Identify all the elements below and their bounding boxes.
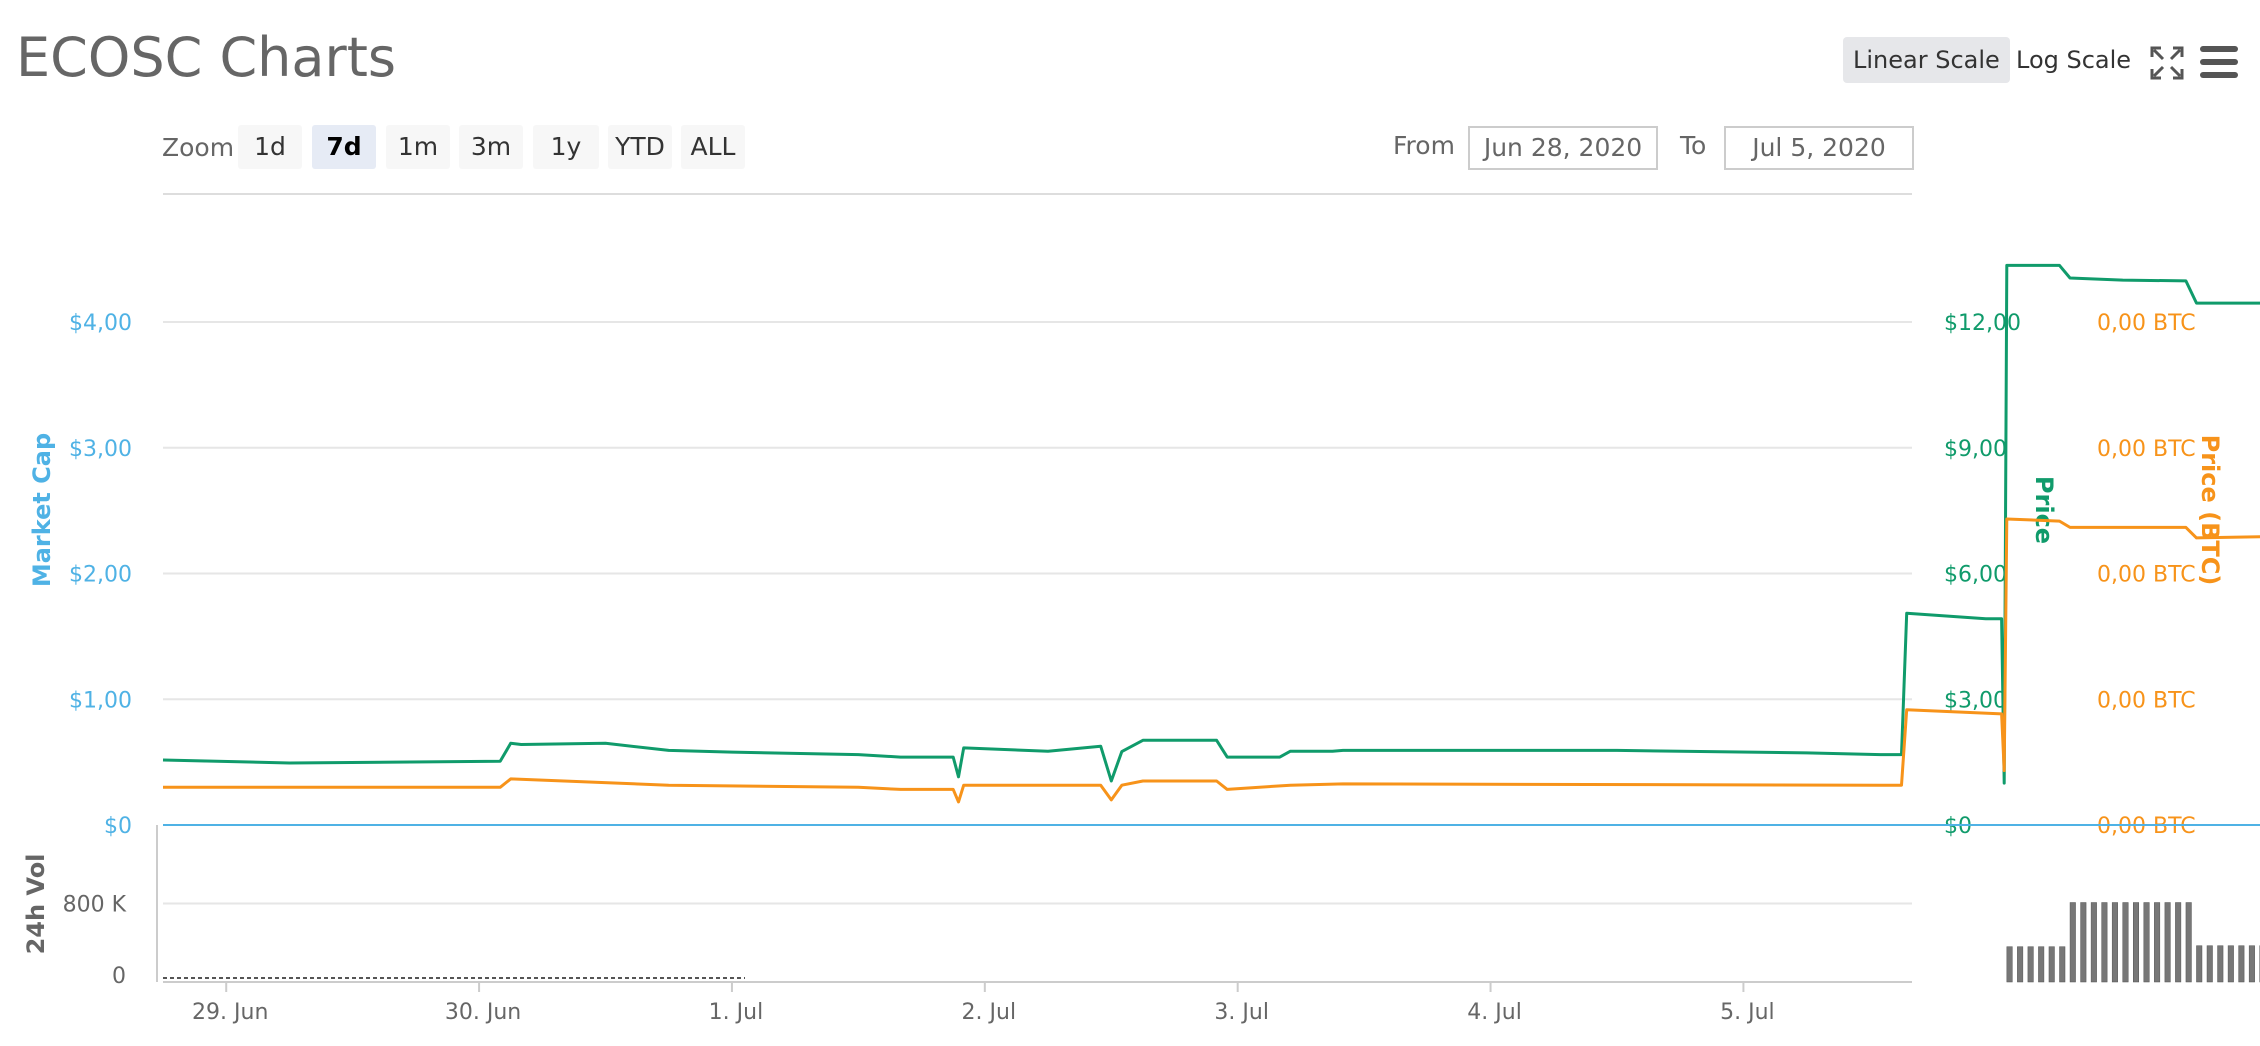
market-cap-tick-label: $2,00 [69,563,132,588]
price-chart[interactable]: $0 $1,00 $2,00 $3,00 $4,00 $0 $3,00 $6,00 $9,00 $… [0,0,2260,1046]
price-tick-label: $0 [1944,814,1972,839]
volume-bar [2217,945,2224,983]
volume-bar [2006,946,2013,983]
price-btc-tick-label: 0,00 BTC [2097,688,2196,713]
volume-bar [2059,946,2066,983]
volume-bar [2154,902,2161,983]
volume-bar [2238,945,2245,983]
price-btc-line [163,517,2260,804]
x-tick-label: 29. Jun [192,1000,268,1025]
volume-bar [2111,902,2118,983]
volume-bar [2122,902,2129,983]
volume-bar [2248,945,2255,983]
price-axis-title: Price [2030,476,2058,544]
price-btc-tick-label: 0,00 BTC [2097,437,2196,462]
volume-bar [2101,902,2108,983]
volume-bar [2090,902,2097,983]
volume-tick-label: 800 K [63,893,127,918]
volume-bar [2143,902,2150,983]
volume-bar [2164,902,2171,983]
price-tick-label: $3,00 [1944,688,2007,713]
price-tick-label: $12,00 [1944,311,2021,336]
volume-bar [2027,946,2034,983]
volume-bar [2038,946,2045,983]
x-tick-label: 4. Jul [1467,1000,1522,1025]
volume-tick-label: 0 [112,964,126,989]
price-btc-tick-label: 0,00 BTC [2097,311,2196,336]
x-tick-label: 5. Jul [1720,1000,1775,1025]
volume-bar [2017,946,2024,983]
market-cap-axis-title: Market Cap [28,433,56,587]
volume-axis-title: 24h Vol [22,854,50,955]
x-tick-label: 2. Jul [962,1000,1017,1025]
volume-bar [2133,902,2140,983]
volume-bar [2185,902,2192,983]
price-btc-axis-title: Price (BTC) [2196,435,2224,586]
volume-bar [2196,945,2203,983]
market-cap-tick-label: $1,00 [69,688,132,713]
volume-bar [2227,945,2234,983]
volume-bar [2080,902,2087,983]
price-tick-label: $6,00 [1944,563,2007,588]
x-tick-label: 30. Jun [445,1000,521,1025]
volume-bar [2048,946,2055,983]
price-tick-label: $9,00 [1944,437,2007,462]
price-btc-tick-label: 0,00 BTC [2097,814,2196,839]
price-btc-tick-label: 0,00 BTC [2097,563,2196,588]
market-cap-tick-label: $3,00 [69,437,132,462]
volume-bar [2206,945,2213,983]
volume-bar [2069,902,2076,983]
x-tick-label: 3. Jul [1214,1000,1269,1025]
market-cap-tick-label: $4,00 [69,311,132,336]
x-tick-label: 1. Jul [709,1000,764,1025]
market-cap-tick-label: $0 [104,814,132,839]
volume-bar [2175,902,2182,983]
